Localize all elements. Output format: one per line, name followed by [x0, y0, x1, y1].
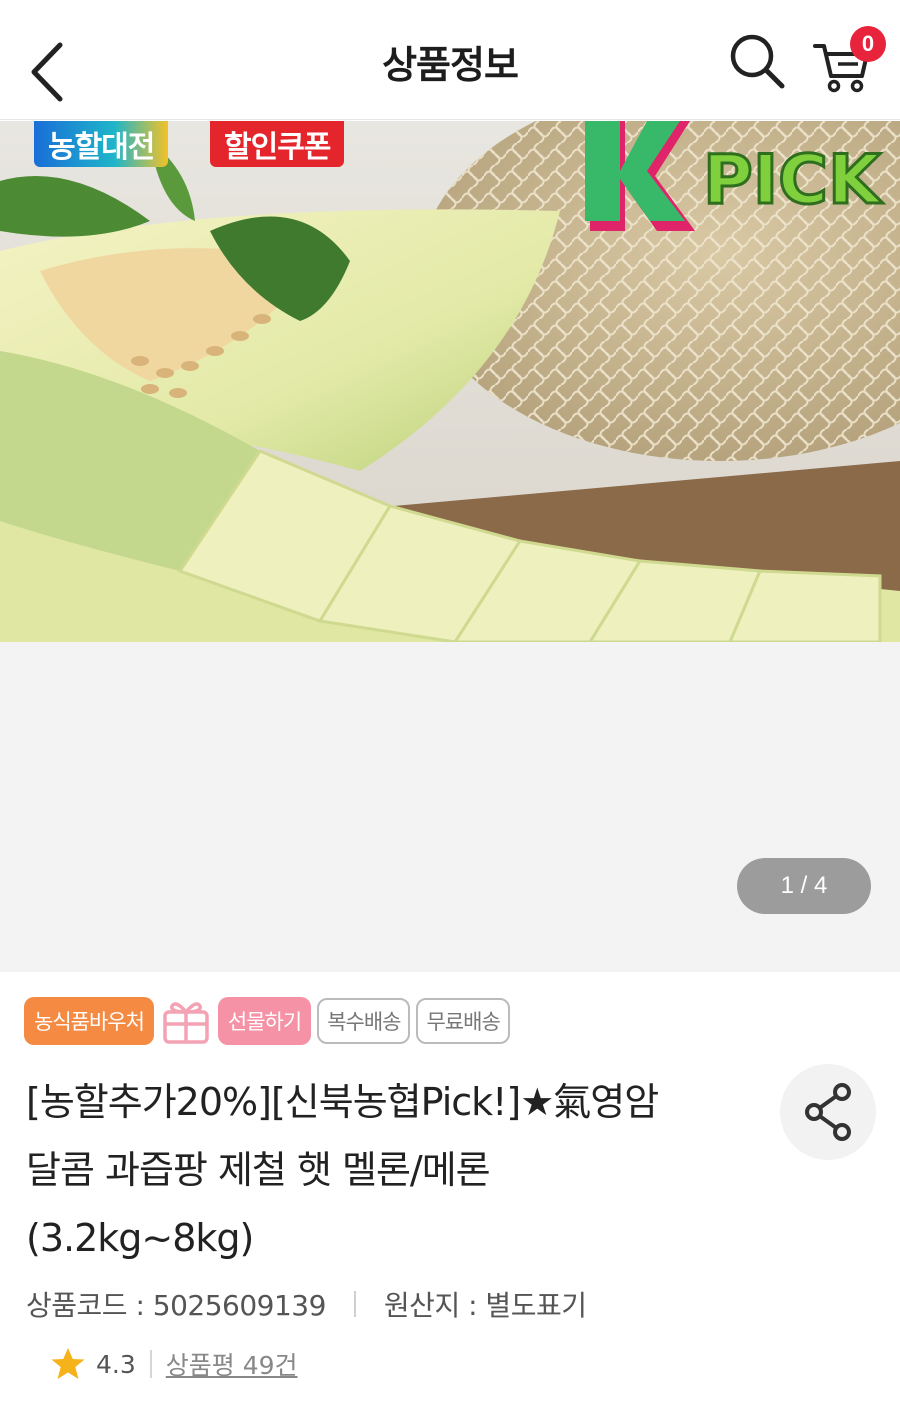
- product-name-line: [농할추가20%][신북농협Pick!]★氣영암: [26, 1080, 659, 1124]
- review-count-link[interactable]: 상품평 49건: [166, 1346, 298, 1382]
- product-info-section: 농식품바우처 선물하기 복수배송 무료배송 [농할추가20%][신북농협Pick…: [0, 972, 900, 1412]
- promo-tag-coupon: 할인쿠폰: [210, 121, 345, 167]
- search-icon: [730, 34, 785, 89]
- image-page-indicator: 1 / 4: [737, 858, 871, 914]
- multi-delivery-badge: 복수배송: [317, 998, 411, 1044]
- gift-badge[interactable]: 선물하기: [217, 997, 312, 1045]
- voucher-badge: 농식품바우처: [24, 997, 154, 1045]
- top-app-bar: 상품정보 0: [0, 0, 900, 120]
- product-rating: 4.3 상품평 49건: [50, 1346, 298, 1382]
- product-name-line: (3.2kg~8kg): [26, 1216, 254, 1260]
- search-button[interactable]: [726, 30, 788, 92]
- star-icon: [51, 1348, 85, 1379]
- k-pick-logo-text: PICK: [703, 141, 883, 220]
- product-image-gallery[interactable]: 농할대전 할인쿠폰 PICK 1 / 4: [0, 121, 900, 972]
- k-pick-logo: PICK: [585, 121, 885, 231]
- free-delivery-badge: 무료배송: [416, 998, 510, 1044]
- product-origin: 원산지 : 별도표기: [383, 1289, 587, 1322]
- product-name-line: 달콤 과즙팡 제철 햇 멜론/메론: [26, 1148, 491, 1192]
- product-code: 상품코드 : 5025609139: [26, 1289, 326, 1322]
- divider: [149, 1350, 152, 1378]
- cart-count-badge: 0: [850, 26, 886, 62]
- rating-score: 4.3: [96, 1349, 136, 1379]
- product-badges: 농식품바우처 선물하기 복수배송 무료배송: [24, 996, 510, 1046]
- divider: [353, 1291, 356, 1317]
- share-icon: [805, 1083, 851, 1141]
- gift-icon: [160, 997, 212, 1045]
- cart-button[interactable]: 0: [812, 26, 886, 96]
- product-photo: 농할대전 할인쿠폰 PICK: [0, 121, 900, 642]
- product-meta: 상품코드 : 5025609139 원산지 : 별도표기: [26, 1284, 587, 1324]
- share-button[interactable]: [780, 1064, 876, 1160]
- product-name: [농할추가20%][신북농협Pick!]★氣영암 달콤 과즙팡 제철 햇 멜론/…: [26, 1068, 786, 1272]
- promo-tag-nonghal: 농할대전: [34, 121, 169, 167]
